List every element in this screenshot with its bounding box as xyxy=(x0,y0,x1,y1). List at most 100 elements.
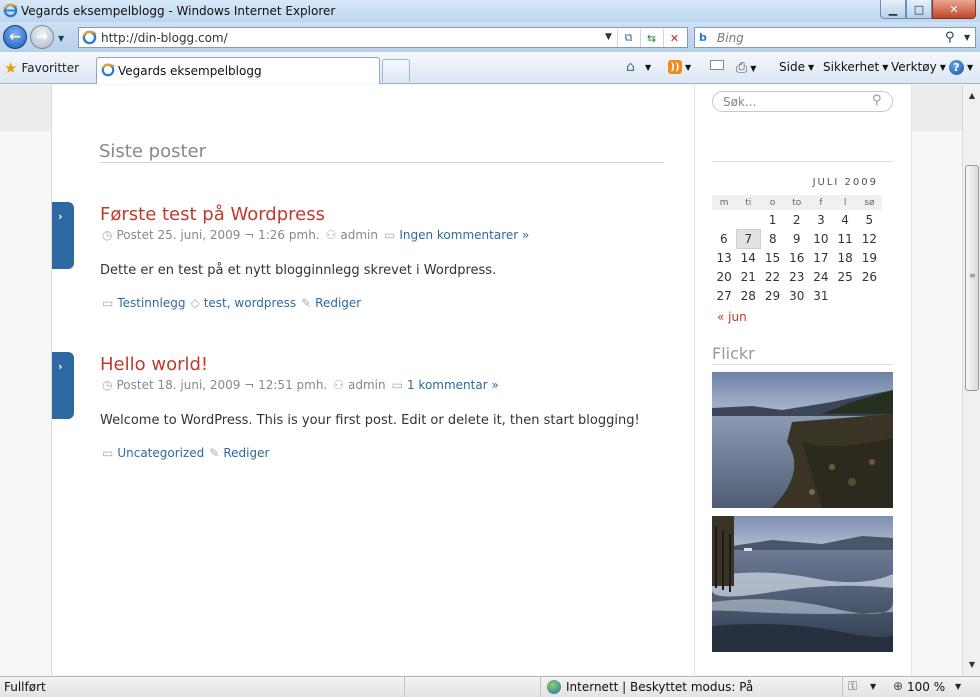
status-separator xyxy=(404,677,405,697)
clock-icon: ◷ xyxy=(102,228,113,242)
user-icon: ⚇ xyxy=(333,378,345,392)
weekday-header: ti xyxy=(736,195,761,210)
flickr-photo[interactable] xyxy=(712,516,893,652)
browser-search-box[interactable]: b Bing ⚲ ▼ xyxy=(694,27,976,48)
calendar-day: 15 xyxy=(764,250,781,265)
pencil-icon: ✎ xyxy=(301,296,312,310)
weekday-header: f xyxy=(808,195,834,210)
close-window-button[interactable]: ✕ xyxy=(932,0,976,19)
address-dropdown-icon[interactable]: ▼ xyxy=(605,32,612,42)
site-search-input[interactable]: Søk... ⚲ xyxy=(712,91,893,112)
post-title-link[interactable]: Hello world! xyxy=(100,354,208,375)
tag-link[interactable]: wordpress xyxy=(234,296,296,310)
site-search-placeholder: Søk... xyxy=(723,95,757,109)
calendar-day: 28 xyxy=(740,288,756,303)
protected-mode-icon[interactable]: ⚿ xyxy=(848,679,857,694)
calendar-day: 11 xyxy=(837,231,853,246)
calendar-day: 18 xyxy=(837,250,853,265)
comment-icon: ▭ xyxy=(384,228,396,242)
calendar-day: 17 xyxy=(813,250,829,265)
zoom-icon[interactable]: ⊕ xyxy=(893,679,903,693)
tag-link[interactable]: test xyxy=(204,296,227,310)
back-arrow-icon: ← xyxy=(9,29,21,45)
post-title-link[interactable]: Første test på Wordpress xyxy=(100,204,325,225)
calendar-day: 9 xyxy=(792,231,801,246)
calendar-day: 1 xyxy=(768,212,777,227)
page-menu-label: Side xyxy=(779,60,805,74)
edit-link[interactable]: Rediger xyxy=(315,296,361,310)
calendar-day: 16 xyxy=(789,250,805,265)
post: › Første test på Wordpress ◷ Postet 25. … xyxy=(52,199,696,339)
chevron-right-icon: › xyxy=(58,210,63,223)
calendar-day: 13 xyxy=(716,250,732,265)
page-viewport: Siste poster › Første test på Wordpress … xyxy=(0,85,962,675)
minimize-button[interactable]: ▁ xyxy=(880,0,906,19)
browser-search-placeholder: Bing xyxy=(717,31,744,45)
lake-shore-photo xyxy=(712,372,893,508)
post-body: Dette er en test på et nytt blogginnlegg… xyxy=(100,263,497,278)
category-link[interactable]: Uncategorized xyxy=(117,446,204,460)
tab-active[interactable]: Vegards eksempelblogg xyxy=(96,57,380,84)
history-dropdown-icon[interactable]: ▼ xyxy=(58,34,64,43)
section-title: Siste poster xyxy=(99,141,207,162)
safety-menu-button[interactable]: Sikkerhet ▼ xyxy=(823,60,888,74)
page-menu-button[interactable]: Side ▼ xyxy=(779,60,814,74)
chevron-right-icon: › xyxy=(58,360,63,373)
comments-link[interactable]: 1 kommentar » xyxy=(407,378,499,392)
section-divider xyxy=(99,162,664,163)
comments-link[interactable]: Ingen kommentarer » xyxy=(399,228,529,242)
search-icon[interactable]: ⚲ xyxy=(945,30,955,45)
status-text: Fullført xyxy=(4,680,46,694)
calendar-day: 31 xyxy=(813,288,829,303)
maximize-button[interactable]: □ xyxy=(906,0,932,19)
bing-icon: b xyxy=(699,31,707,44)
refresh-icon[interactable]: ⇆ xyxy=(640,29,662,47)
scrollbar-thumb[interactable]: ≡ xyxy=(965,165,979,391)
help-button[interactable]: ? ▼ xyxy=(949,60,973,75)
calendar-prev-month-link[interactable]: « jun xyxy=(717,310,747,324)
edit-link[interactable]: Rediger xyxy=(223,446,269,460)
protected-mode-dropdown-icon[interactable]: ▼ xyxy=(870,682,876,691)
user-icon: ⚇ xyxy=(325,228,337,242)
forward-button[interactable]: → xyxy=(30,25,54,49)
address-url[interactable]: http://din-blogg.com/ xyxy=(101,31,228,45)
search-icon[interactable]: ⚲ xyxy=(872,93,882,108)
vertical-scrollbar[interactable]: ▲ ≡ ▼ xyxy=(962,85,980,675)
calendar-week-row: 12 3 4 5 xyxy=(712,210,882,229)
search-dropdown-icon[interactable]: ▼ xyxy=(964,33,970,42)
calendar-day: 30 xyxy=(789,288,805,303)
status-bar: Fullført Internett | Beskyttet modus: På… xyxy=(0,676,980,697)
calendar-week-row: 20 21 22 23 24 25 26 xyxy=(712,267,882,286)
internet-globe-icon xyxy=(547,680,561,694)
scroll-up-arrow-icon[interactable]: ▲ xyxy=(963,87,980,104)
post-marker: › xyxy=(52,352,74,419)
calendar-day: 20 xyxy=(716,269,732,284)
print-button[interactable]: ⎙ ▼ xyxy=(736,60,756,76)
pencil-icon: ✎ xyxy=(209,446,220,460)
category-link[interactable]: Testinnlegg xyxy=(117,296,185,310)
post-meta: ◷ Postet 18. juni, 2009 ¬ 12:51 pmh. ⚇ a… xyxy=(102,378,499,392)
weekday-header: sø xyxy=(857,195,882,210)
scroll-down-arrow-icon[interactable]: ▼ xyxy=(963,656,980,673)
address-bar[interactable]: http://din-blogg.com/ ▼ ⧉ ⇆ ✕ xyxy=(78,27,688,48)
flickr-photo[interactable] xyxy=(712,372,893,508)
back-button[interactable]: ← xyxy=(3,25,27,49)
zoom-dropdown-icon[interactable]: ▼ xyxy=(955,682,961,691)
home-button[interactable]: ⌂ ▼ xyxy=(626,60,651,74)
calendar-day xyxy=(712,210,736,229)
post-marker: › xyxy=(52,202,74,269)
tools-menu-button[interactable]: Verktøy ▼ xyxy=(891,60,946,74)
tag-icon: ◇ xyxy=(190,296,200,310)
security-zone-text[interactable]: Internett | Beskyttet modus: På xyxy=(566,680,753,694)
calendar-day: 4 xyxy=(841,212,849,227)
calendar-day: 29 xyxy=(764,288,781,303)
read-mail-button[interactable] xyxy=(710,60,724,70)
feeds-button[interactable]: )) ▼ xyxy=(668,60,691,74)
stop-icon[interactable]: ✕ xyxy=(663,29,685,47)
new-tab-button[interactable] xyxy=(382,59,410,82)
zoom-level[interactable]: 100 % xyxy=(907,680,945,694)
calendar-day: 6 xyxy=(720,231,728,246)
compatibility-view-icon[interactable]: ⧉ xyxy=(617,29,639,47)
favorites-button[interactable]: ★ Favoritter xyxy=(4,59,79,77)
post-author: admin xyxy=(348,378,386,392)
